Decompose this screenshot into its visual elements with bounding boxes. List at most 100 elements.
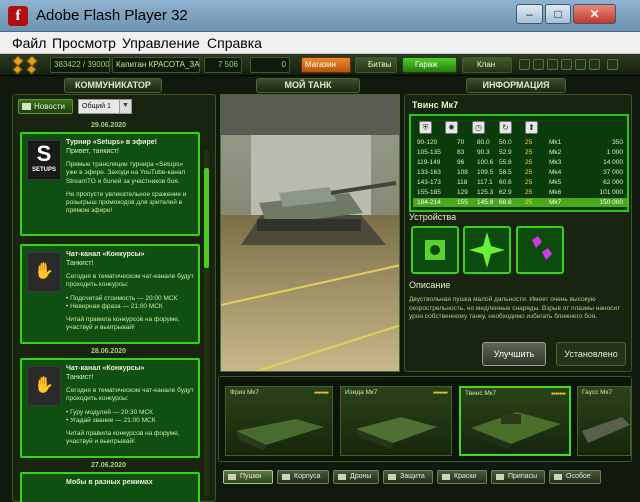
paint-icon <box>442 474 450 480</box>
flash-icon: f <box>8 6 28 26</box>
stats-cell: 108 <box>457 169 468 176</box>
stats-cell: 350 <box>612 139 623 146</box>
stats-cell: 90.3 <box>477 149 490 156</box>
communicator-tabs: Новости Общий 1 ▼ <box>16 98 216 116</box>
stats-cell: 14 000 <box>603 159 623 166</box>
stats-cell: Mk3 <box>549 159 562 166</box>
tank-preview <box>220 94 400 372</box>
close-button[interactable]: ✕ <box>573 4 616 24</box>
game-area: 383422 / 390000 Капитан КРАСОТА_ЗАКАТ 7 … <box>0 54 640 502</box>
drone-icon <box>338 474 346 480</box>
stats-cell: 70 <box>457 139 465 146</box>
news-scrollbar[interactable] <box>204 150 209 496</box>
stats-cell: 125.3 <box>477 189 494 196</box>
rank-diamond-icon <box>12 64 23 75</box>
stats-cell: 37 000 <box>603 169 623 176</box>
item-stars: ●●●●●●● <box>550 391 566 397</box>
scrollbar-thumb[interactable] <box>204 168 209 268</box>
stats-row: 133-163 108 109.5 58.5 25 Mk4 37 000 <box>413 168 627 177</box>
category-weapons[interactable]: Пушки <box>223 470 273 484</box>
news-card-title: Чат-канал «Конкурсы» <box>66 251 145 258</box>
stats-cell: 55.8 <box>499 159 512 166</box>
exit-icon[interactable] <box>607 59 618 70</box>
menu-view[interactable]: Просмотр <box>52 35 116 51</box>
protection-icon: ⛨ <box>419 121 432 134</box>
category-paints[interactable]: Краски <box>437 470 487 484</box>
menu-bar: Файл Просмотр Управление Справка <box>0 32 640 54</box>
chevron-down-icon[interactable]: ▼ <box>119 100 131 113</box>
installed-button[interactable]: Установлено <box>556 342 626 366</box>
stats-cell: 119-149 <box>417 159 441 166</box>
stats-cell: 50.0 <box>499 139 512 146</box>
stats-cell: 143-173 <box>417 179 441 186</box>
experience-counter: 383422 / 390000 <box>50 57 110 73</box>
stats-cell: 100.6 <box>477 159 494 166</box>
news-card: ✋ Чат-канал «Конкурсы» Танкист! Сегодня … <box>20 244 200 344</box>
category-hulls[interactable]: Корпуса <box>277 470 329 484</box>
item-card-gauss[interactable]: Гаусс Мк7 <box>577 386 631 456</box>
item-card-freeze[interactable]: Фриз Мк7 ●●●●●●● <box>225 386 333 456</box>
news-card-greeting: Танкист! <box>66 260 94 267</box>
garage-button[interactable]: Гараж <box>402 57 457 73</box>
category-special[interactable]: Особое <box>549 470 601 484</box>
news-card: Мобы в разных режимах <box>20 472 200 502</box>
top-bar: 383422 / 390000 Капитан КРАСОТА_ЗАКАТ 7 … <box>0 54 640 76</box>
stats-cell: 150 000 <box>599 199 624 206</box>
news-card-body: Сегодня в тематическом чат-канале будут … <box>66 273 194 332</box>
device-slot-3[interactable] <box>516 226 564 274</box>
damage-icon: ✹ <box>445 121 458 134</box>
stats-cell: Mk2 <box>549 149 562 156</box>
maximize-button[interactable]: □ <box>545 4 571 24</box>
menu-control[interactable]: Управление <box>122 35 200 51</box>
stats-cell: 25 <box>525 139 533 146</box>
rank-diamond-icon <box>26 64 37 75</box>
item-name: Гаусс Мк7 <box>582 389 613 396</box>
chat-channel-icon: ✋ <box>27 366 61 406</box>
menu-help[interactable]: Справка <box>207 35 262 51</box>
device-slot-2[interactable] <box>463 226 511 274</box>
stats-table: ⛨ ✹ ◷ ↻ ⬆ 90-120 70 80.0 50.0 25 Mk1 350 105-13… <box>409 114 629 212</box>
sound-icon[interactable] <box>561 59 572 70</box>
stats-cell: 83 <box>457 149 465 156</box>
friends-icon[interactable] <box>533 59 544 70</box>
my-tank-header: МОЙ ТАНК <box>256 78 360 93</box>
item-stars: ●●●●●●● <box>313 390 329 396</box>
category-drones[interactable]: Дроны <box>333 470 379 484</box>
clan-button[interactable]: Клан <box>462 57 512 73</box>
fullscreen-icon[interactable] <box>575 59 586 70</box>
category-protection[interactable]: Защита <box>383 470 433 484</box>
category-bar: Пушки Корпуса Дроны Защита Краски Припас… <box>218 466 632 488</box>
category-supplies[interactable]: Припасы <box>491 470 545 484</box>
item-card-twins[interactable]: Твинс Мк7 ●●●●●●● <box>459 386 571 456</box>
news-tab[interactable]: Новости <box>18 99 73 114</box>
help-icon[interactable] <box>589 59 600 70</box>
stats-cell: 25 <box>525 149 533 156</box>
item-name: Изида Мк7 <box>345 389 378 396</box>
stats-cell: 80.0 <box>477 139 490 146</box>
battles-button[interactable]: Битвы <box>355 57 397 73</box>
hull-icon <box>282 474 290 480</box>
stats-cell: 25 <box>525 169 533 176</box>
stats-cell: 155 <box>457 199 468 206</box>
stats-cell: Mk7 <box>549 199 562 206</box>
menu-file[interactable]: Файл <box>12 35 46 51</box>
minimize-button[interactable]: – <box>516 4 543 24</box>
settings-icon[interactable] <box>547 59 558 70</box>
speed-icon: ◷ <box>472 121 485 134</box>
shop-button[interactable]: Магазин <box>301 57 351 73</box>
stats-cell: 133-163 <box>417 169 441 176</box>
description-text: Двуствольная пушка малой дальности. Имее… <box>409 296 621 320</box>
item-card-isida[interactable]: Изида Мк7 ●●●●●●● <box>340 386 452 456</box>
stats-cell: 101 000 <box>599 189 624 196</box>
stats-cell: 62 000 <box>603 179 623 186</box>
stats-cell: 52.9 <box>499 149 512 156</box>
stats-cell: 109.5 <box>477 169 494 176</box>
stats-cell: 60.6 <box>499 179 512 186</box>
notifications-icon[interactable] <box>519 59 530 70</box>
news-icon <box>22 103 31 110</box>
stats-cell: 184-214 <box>417 199 441 206</box>
upgrade-button[interactable]: Улучшить <box>482 342 546 366</box>
device-slot-1[interactable] <box>411 226 459 274</box>
communicator-header: КОММУНИКАТОР <box>64 78 162 93</box>
news-card-greeting: Привет, танкист! <box>66 148 119 155</box>
